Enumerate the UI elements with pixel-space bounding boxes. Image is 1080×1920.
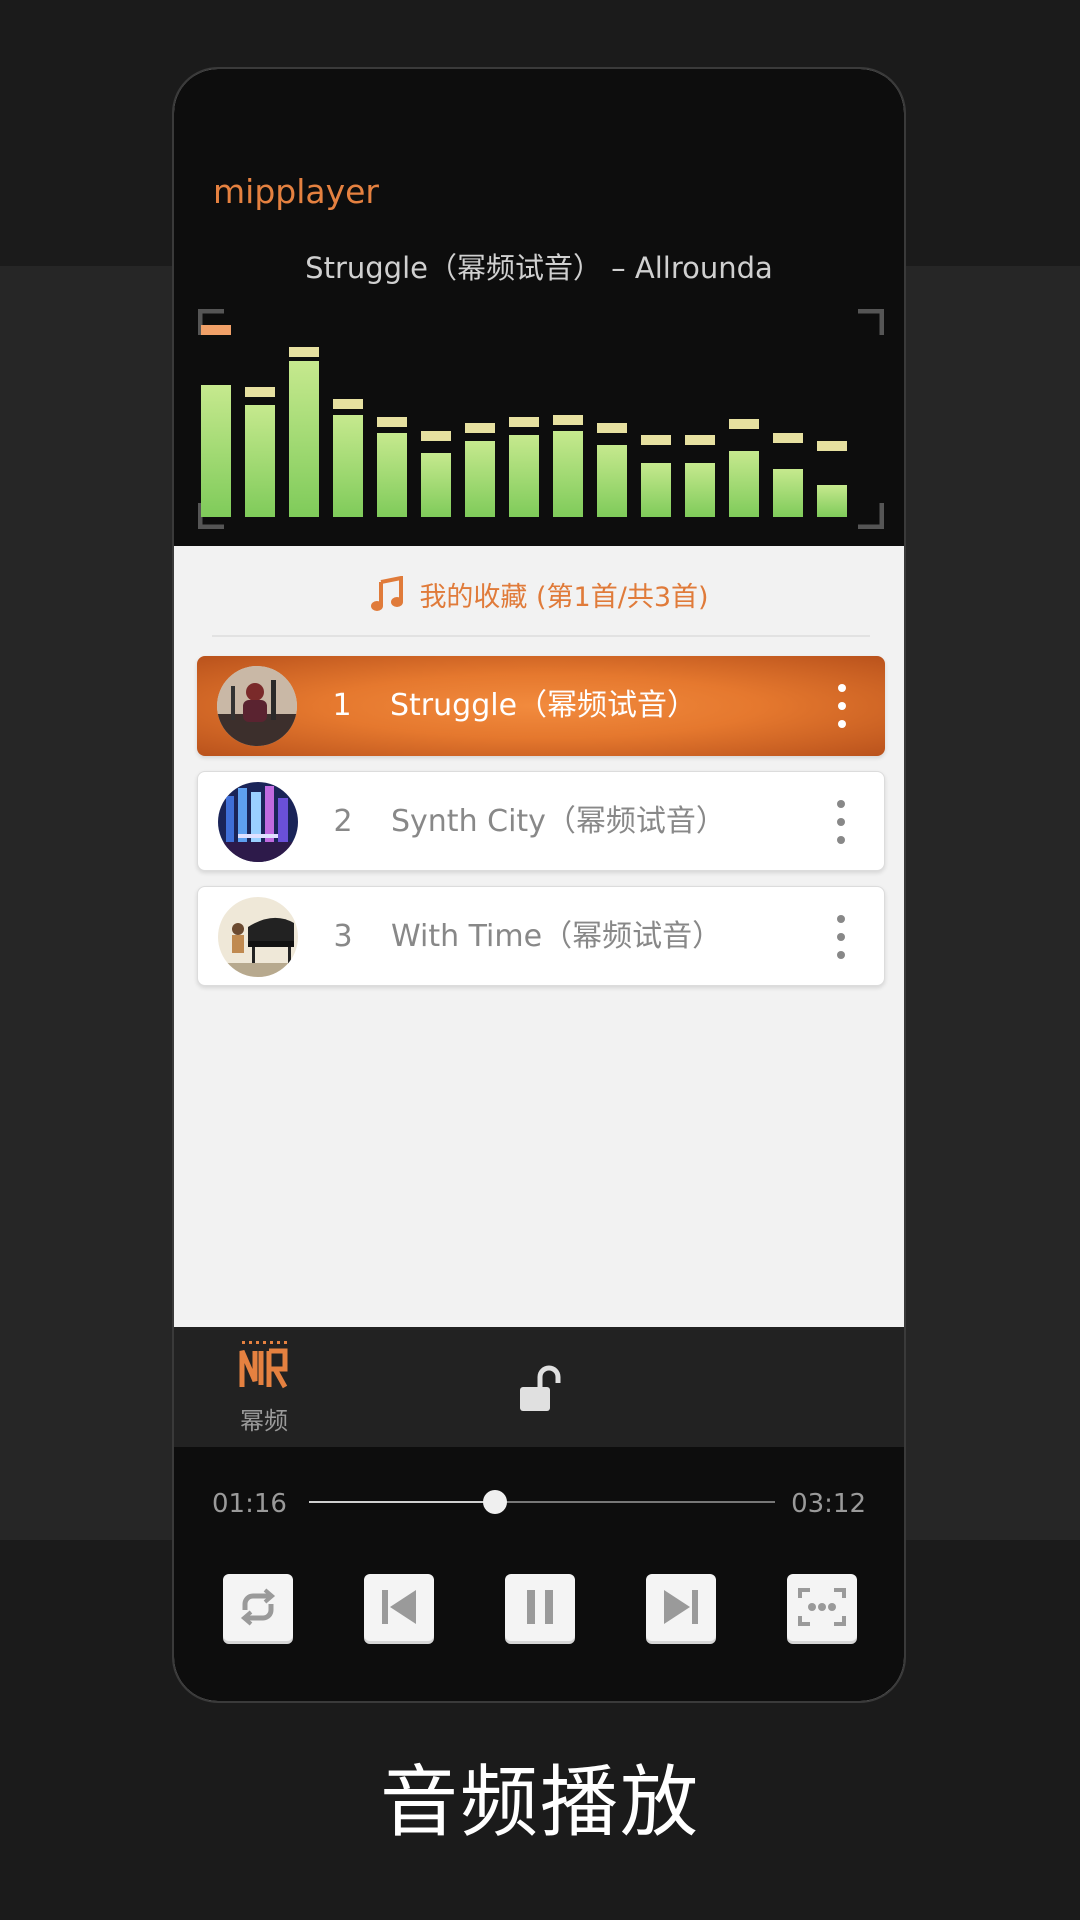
spectrum-peak-cap (641, 435, 671, 445)
spectrum-peak-cap (817, 441, 847, 451)
seek-handle[interactable] (483, 1490, 508, 1514)
more-options-icon[interactable] (836, 800, 846, 844)
spectrum-bar (773, 469, 803, 517)
unlock-icon (516, 1365, 566, 1417)
fullscreen-button[interactable] (787, 1574, 857, 1644)
music-note-icon (369, 576, 405, 612)
track-name: Synth City（幂频试音） (391, 804, 726, 839)
corner-bracket (858, 503, 884, 529)
playlist-title: 我的收藏 (第1首/共3首) (419, 581, 709, 613)
spectrum-peak-cap (421, 431, 451, 441)
app-title: mipplayer (213, 172, 379, 211)
seek-bar[interactable] (309, 1490, 775, 1514)
spectrum-peak-cap (685, 435, 715, 445)
track-number: 1 (332, 688, 352, 723)
seek-bar-progress (309, 1501, 496, 1503)
previous-icon (376, 1584, 422, 1634)
spectrum-bar (377, 433, 407, 517)
phone-frame: mipplayer Struggle（幂频试音） – Allrounda 我的收… (172, 67, 906, 1703)
more-options-icon[interactable] (837, 684, 847, 728)
playlist-item[interactable]: 3 With Time（幂频试音） (197, 886, 885, 986)
track-number: 3 (333, 919, 353, 954)
spectrum-bar (201, 385, 231, 517)
track-name: Struggle（幂频试音） (390, 688, 698, 723)
spectrum-peak-cap (553, 415, 583, 425)
next-icon (658, 1584, 704, 1634)
spectrum-bar (817, 485, 847, 517)
track-number: 2 (333, 804, 353, 839)
more-options-icon[interactable] (836, 915, 846, 959)
spectrum-peak-cap (333, 399, 363, 409)
playlist-item[interactable]: 2 Synth City（幂频试音） (197, 771, 885, 871)
total-time: 03:12 (791, 1489, 866, 1519)
divider (212, 635, 870, 637)
next-button[interactable] (646, 1574, 716, 1644)
player-header: mipplayer Struggle（幂频试音） – Allrounda (174, 69, 904, 546)
playback-controls: 01:16 03:12 (174, 1447, 904, 1701)
album-cover (218, 782, 298, 862)
spectrum-bar (597, 445, 627, 517)
spectrum-peak-cap (201, 325, 231, 335)
repeat-icon (235, 1584, 281, 1634)
tab-mipin[interactable]: 幂频 (222, 1327, 306, 1447)
spectrum-peak-cap (597, 423, 627, 433)
playlist-header: 我的收藏 (第1首/共3首) (174, 564, 904, 624)
spectrum-peak-cap (509, 417, 539, 427)
track-name: With Time（幂频试音） (391, 919, 723, 954)
spectrum-visualizer (198, 309, 884, 529)
album-cover (217, 666, 297, 746)
spectrum-bar (245, 405, 275, 517)
spectrum-bar (289, 361, 319, 517)
now-playing-title: Struggle（幂频试音） – Allrounda (305, 251, 773, 285)
spectrum-bar (641, 463, 671, 517)
spectrum-bar (509, 435, 539, 517)
corner-bracket (858, 309, 884, 335)
elapsed-time: 01:16 (212, 1489, 287, 1519)
spectrum-peak-cap (773, 433, 803, 443)
lock-toggle[interactable] (501, 1327, 581, 1447)
spectrum-bar (685, 463, 715, 517)
spectrum-peak-cap (245, 387, 275, 397)
spectrum-bar (333, 415, 363, 517)
mipin-logo-icon (239, 1341, 289, 1393)
pause-button[interactable] (505, 1574, 575, 1644)
spectrum-bar (729, 451, 759, 517)
spectrum-bar (421, 453, 451, 517)
more-icon (796, 1584, 848, 1634)
tab-bar: 幂频 我的 (174, 1327, 904, 1447)
pause-icon (517, 1584, 563, 1634)
spectrum-peak-cap (729, 419, 759, 429)
previous-button[interactable] (364, 1574, 434, 1644)
spectrum-peak-cap (377, 417, 407, 427)
spectrum-bar (553, 431, 583, 517)
spectrum-bar (465, 441, 495, 517)
album-cover (218, 897, 298, 977)
spectrum-peak-cap (465, 423, 495, 433)
repeat-button[interactable] (223, 1574, 293, 1644)
playlist-item[interactable]: 1 Struggle（幂频试音） (197, 656, 885, 756)
spectrum-peak-cap (289, 347, 319, 357)
promo-caption: 音频播放 (379, 1758, 700, 1848)
tab-label: 幂频 (240, 1407, 288, 1435)
